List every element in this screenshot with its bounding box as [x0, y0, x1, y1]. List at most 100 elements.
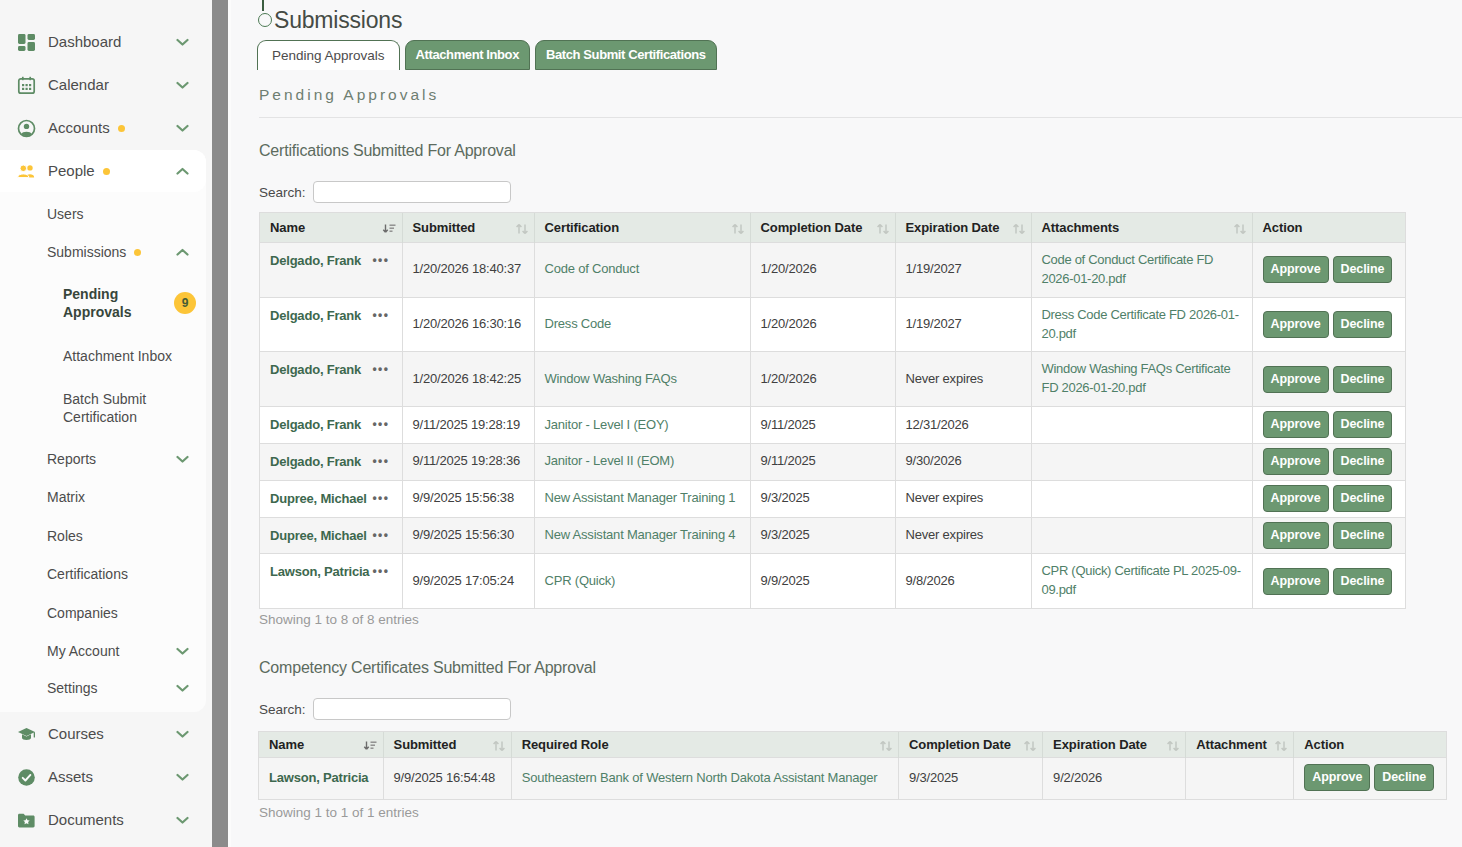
certification-cell: Window Washing FAQs: [534, 352, 750, 407]
approve-button[interactable]: Approve: [1263, 522, 1329, 549]
column-header-completion-date[interactable]: Completion Date: [750, 213, 895, 243]
tab-attachment-inbox[interactable]: Attachment Inbox: [405, 40, 530, 70]
attachment-link[interactable]: Window Washing FAQs Certificate FD 2026-…: [1042, 361, 1231, 395]
sidebar-item-calendar[interactable]: Calendar: [0, 64, 206, 106]
sidebar-item-label: Batch Submit Certification: [63, 390, 168, 426]
sidebar-item-label: Courses: [48, 725, 104, 743]
sidebar-item-roles[interactable]: Roles: [0, 517, 206, 555]
column-header-name[interactable]: Name: [260, 213, 402, 243]
column-header-required-role[interactable]: Required Role: [511, 732, 898, 758]
section-header: Pending Approvals: [259, 86, 439, 104]
sidebar-item-label: My Account: [47, 642, 119, 660]
approve-button[interactable]: Approve: [1263, 411, 1329, 438]
completion-date-cell: 1/20/2026: [750, 352, 895, 407]
column-header-action[interactable]: Action: [1252, 213, 1405, 243]
decline-button[interactable]: Decline: [1333, 411, 1393, 438]
tab-batch-submit-certifications[interactable]: Batch Submit Certifications: [535, 40, 717, 70]
decline-button[interactable]: Decline: [1374, 764, 1434, 791]
decline-button[interactable]: Decline: [1333, 522, 1393, 549]
sidebar-item-assets[interactable]: Assets: [0, 756, 206, 798]
sidebar-item-batch-submit-certification[interactable]: Batch Submit Certification: [0, 386, 206, 430]
decline-button[interactable]: Decline: [1333, 366, 1393, 393]
row-menu-icon[interactable]: •••: [372, 252, 389, 269]
decline-button[interactable]: Decline: [1333, 448, 1393, 475]
column-header-attachments[interactable]: Attachments: [1031, 213, 1252, 243]
certification-link[interactable]: Code of Conduct: [545, 261, 640, 276]
sidebar-item-courses[interactable]: Courses: [0, 713, 206, 755]
column-header-certification[interactable]: Certification: [534, 213, 750, 243]
sidebar-item-my-account[interactable]: My Account: [0, 632, 206, 670]
certification-link[interactable]: Janitor - Level II (EOM): [545, 453, 675, 468]
table-row: Lawson, Patricia•••9/9/2025 17:05:24CPR …: [260, 554, 1405, 608]
column-header-submitted[interactable]: Submitted: [402, 213, 534, 243]
required-role-cell: Southeastern Bank of Western North Dakot…: [511, 758, 898, 800]
row-menu-icon[interactable]: •••: [372, 490, 389, 507]
expiration-date-cell: 1/19/2027: [895, 243, 1031, 298]
sidebar-item-accounts[interactable]: Accounts: [0, 107, 206, 149]
approve-button[interactable]: Approve: [1263, 311, 1329, 338]
approve-button[interactable]: Approve: [1304, 764, 1370, 791]
approve-button[interactable]: Approve: [1263, 366, 1329, 393]
certification-link[interactable]: New Assistant Manager Training 1: [545, 490, 736, 505]
sidebar-item-certifications[interactable]: Certifications: [0, 555, 206, 593]
certification-link[interactable]: Window Washing FAQs: [545, 371, 677, 386]
sidebar-item-companies[interactable]: Companies: [0, 594, 206, 632]
column-header-expiration-date[interactable]: Expiration Date: [1043, 732, 1186, 758]
tab-pending-approvals[interactable]: Pending Approvals: [257, 40, 400, 70]
sidebar-item-reports[interactable]: Reports: [0, 440, 206, 478]
decline-button[interactable]: Decline: [1333, 256, 1393, 283]
column-header-action[interactable]: Action: [1294, 732, 1446, 758]
sidebar-item-pending-approvals[interactable]: Pending Approvals9: [0, 281, 206, 325]
sidebar-item-users[interactable]: Users: [0, 195, 206, 233]
decline-button[interactable]: Decline: [1333, 485, 1393, 512]
row-menu-icon[interactable]: •••: [372, 307, 389, 324]
decline-button[interactable]: Decline: [1333, 311, 1393, 338]
sort-icon: [1233, 222, 1247, 235]
sort-icon: [1023, 739, 1037, 752]
attachment-link[interactable]: Dress Code Certificate FD 2026-01-20.pdf: [1042, 307, 1239, 341]
row-menu-icon[interactable]: •••: [372, 416, 389, 433]
sidebar-item-attachment-inbox[interactable]: Attachment Inbox: [0, 337, 206, 375]
certification-link[interactable]: CPR (Quick): [545, 573, 616, 588]
competency-table-title: Competency Certificates Submitted For Ap…: [259, 659, 596, 677]
column-header-name[interactable]: Name: [259, 732, 383, 758]
attachment-link[interactable]: CPR (Quick) Certificate PL 2025-09-09.pd…: [1042, 563, 1241, 597]
approve-button[interactable]: Approve: [1263, 568, 1329, 595]
decline-button[interactable]: Decline: [1333, 568, 1393, 595]
approve-button[interactable]: Approve: [1263, 256, 1329, 283]
certifications-search-input[interactable]: [313, 181, 511, 203]
sidebar-item-label: Reports: [47, 450, 96, 468]
completion-date-cell: 9/3/2025: [750, 480, 895, 517]
sidebar-item-settings[interactable]: Settings: [0, 669, 206, 707]
attachment-link[interactable]: Code of Conduct Certificate FD 2026-01-2…: [1042, 252, 1214, 286]
row-menu-icon[interactable]: •••: [372, 527, 389, 544]
sidebar-item-documents[interactable]: Documents: [0, 799, 206, 841]
sidebar-item-dashboard[interactable]: Dashboard: [0, 21, 206, 63]
completion-date-cell: 1/20/2026: [750, 297, 895, 352]
column-header-expiration-date[interactable]: Expiration Date: [895, 213, 1031, 243]
sidebar-item-submissions[interactable]: Submissions: [0, 233, 206, 271]
column-header-submitted[interactable]: Submitted: [383, 732, 511, 758]
row-menu-icon[interactable]: •••: [372, 563, 389, 580]
certification-link[interactable]: Dress Code: [545, 316, 612, 331]
approve-button[interactable]: Approve: [1263, 485, 1329, 512]
row-menu-icon[interactable]: •••: [372, 361, 389, 378]
approve-button[interactable]: Approve: [1263, 448, 1329, 475]
completion-date-cell: 9/3/2025: [750, 517, 895, 554]
attachment-cell: [1031, 480, 1252, 517]
completion-date-cell: 1/20/2026: [750, 243, 895, 298]
sort-icon: [492, 739, 506, 752]
column-header-attachment[interactable]: Attachment: [1186, 732, 1294, 758]
name-cell: Lawson, Patricia•••: [260, 554, 402, 608]
sidebar-item-matrix[interactable]: Matrix: [0, 478, 206, 516]
action-cell: ApproveDecline: [1252, 554, 1405, 608]
sidebar-item-people[interactable]: People: [0, 150, 206, 192]
required-role-link[interactable]: Southeastern Bank of Western North Dakot…: [522, 770, 878, 785]
certification-link[interactable]: Janitor - Level I (EOY): [545, 417, 669, 432]
competency-search-input[interactable]: [313, 698, 511, 720]
sidebar-item-label: People: [48, 162, 95, 180]
sidebar-scrollbar[interactable]: [212, 0, 228, 847]
certification-link[interactable]: New Assistant Manager Training 4: [545, 527, 736, 542]
row-menu-icon[interactable]: •••: [372, 453, 389, 470]
column-header-completion-date[interactable]: Completion Date: [899, 732, 1043, 758]
